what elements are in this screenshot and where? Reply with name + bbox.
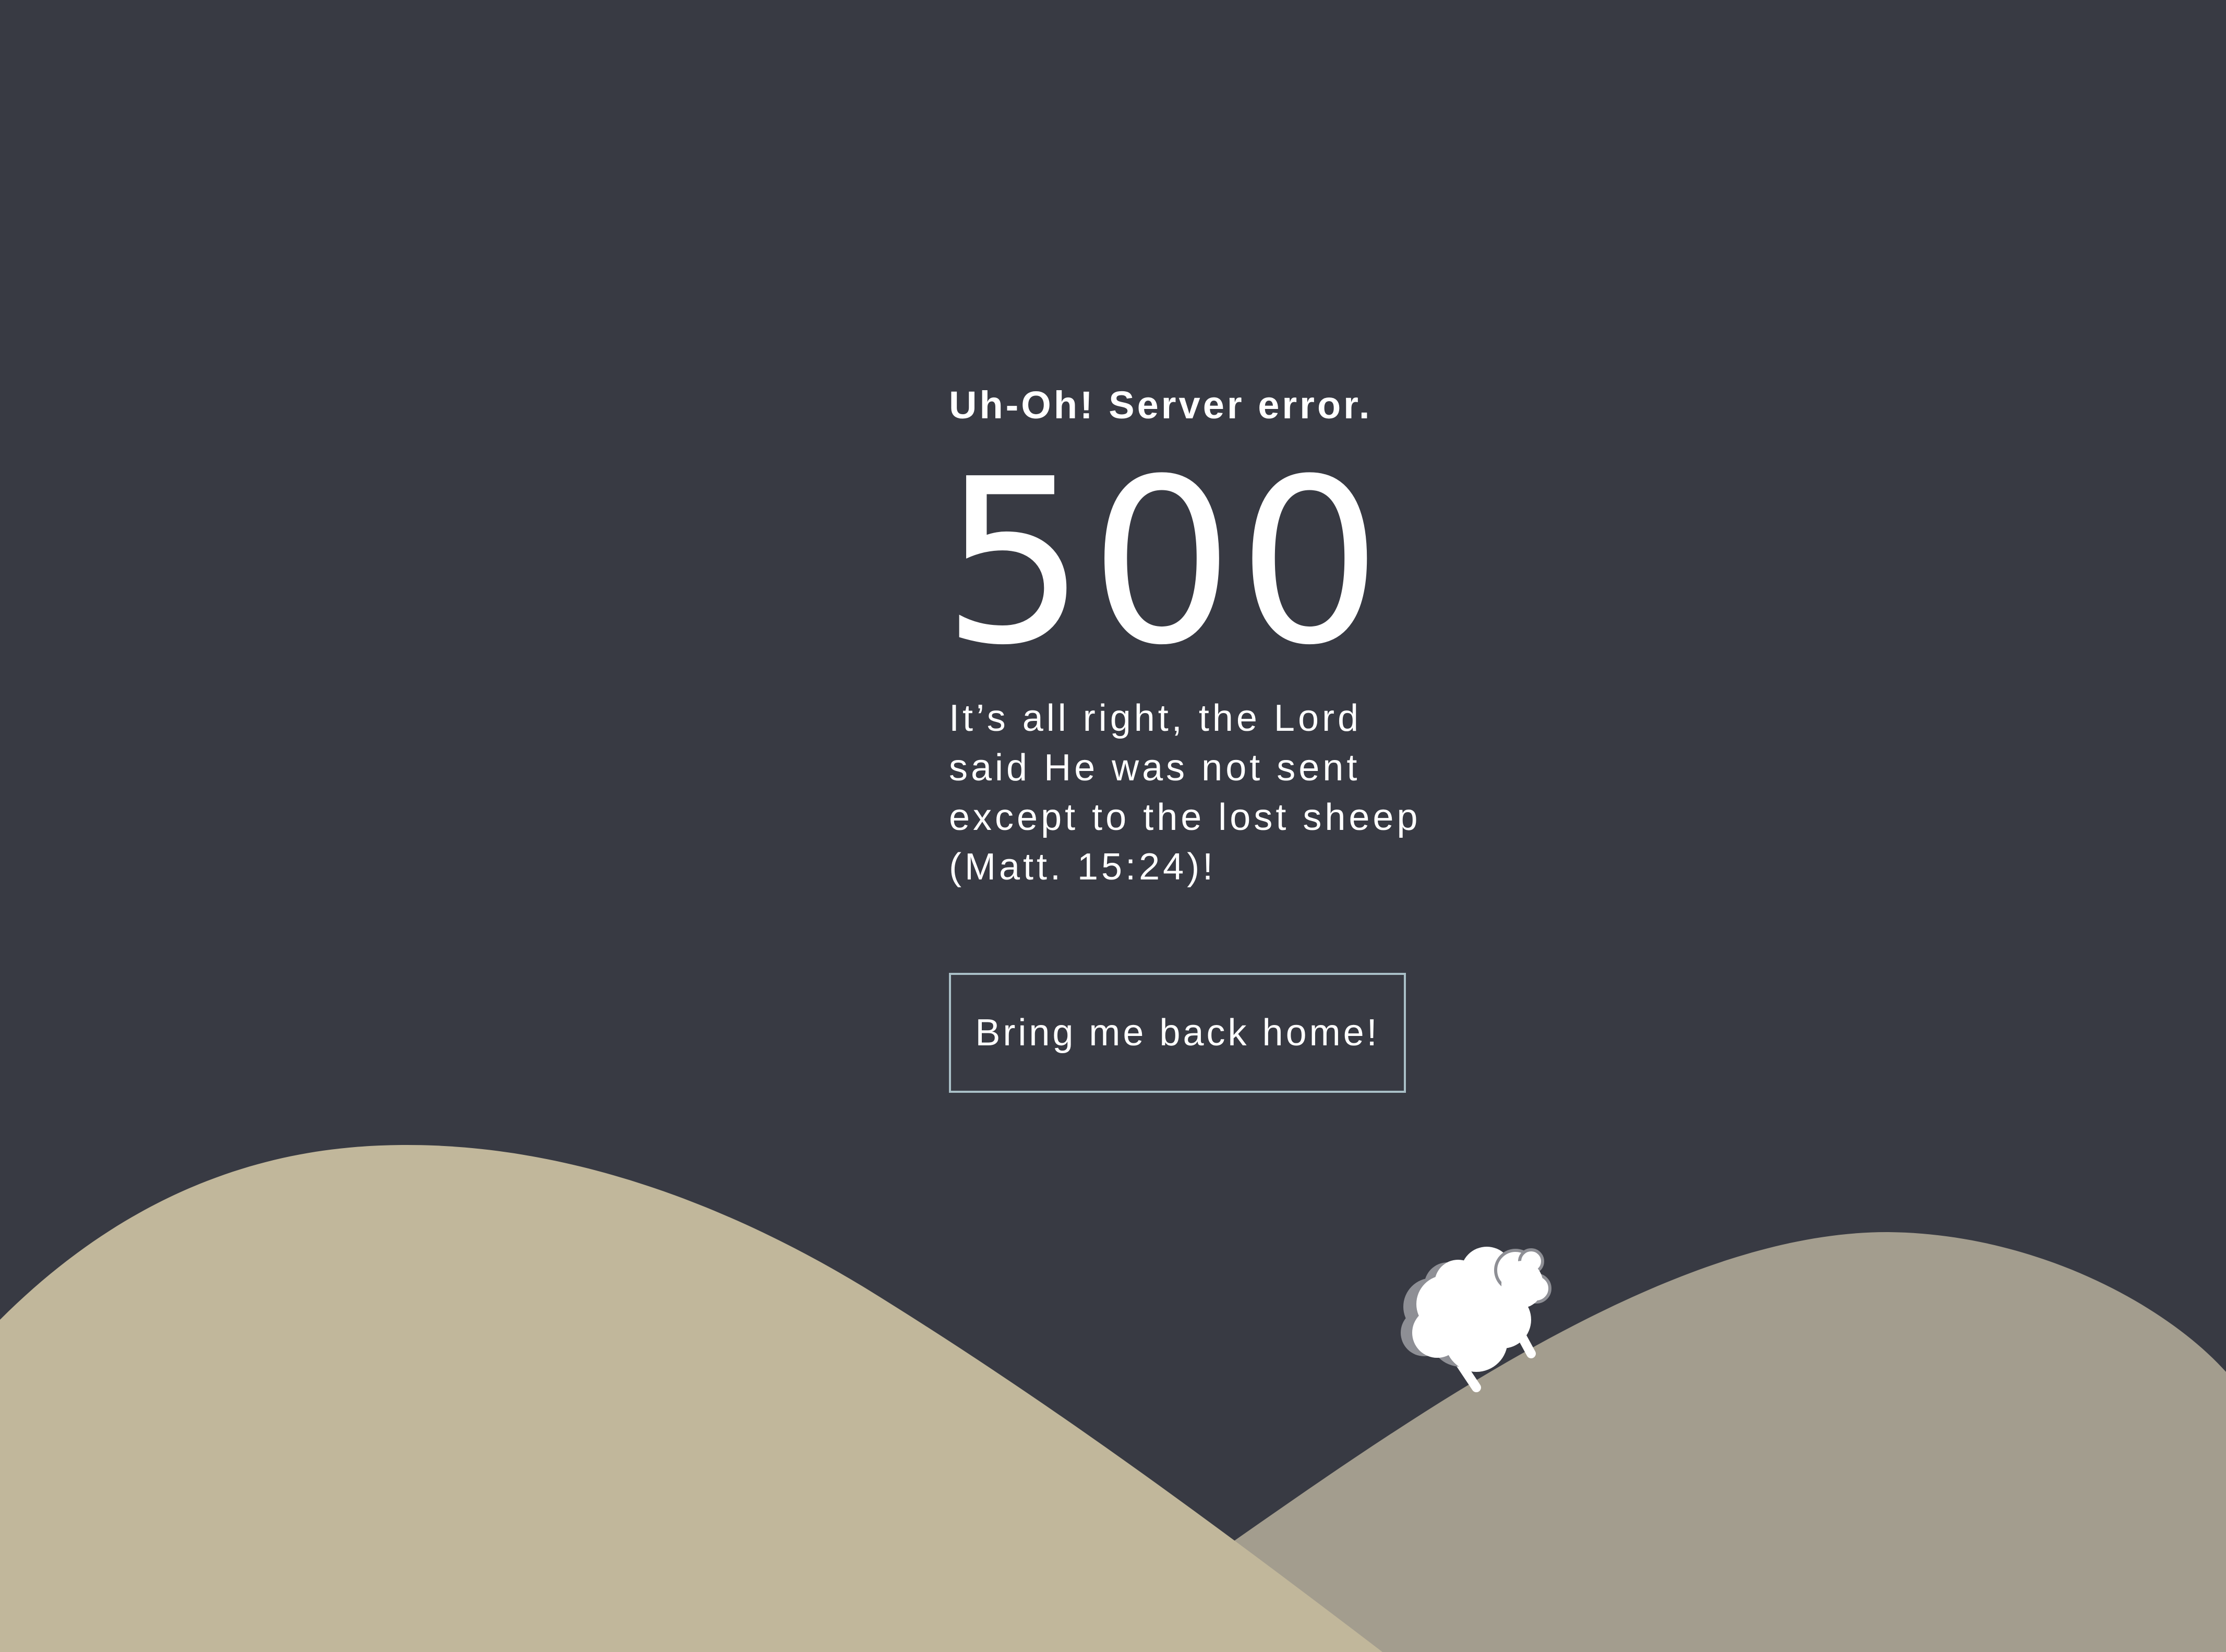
back-home-button[interactable]: Bring me back home! — [949, 973, 1406, 1093]
error-message: It’s all right, the Lord said He was not… — [949, 694, 1471, 892]
error-message-line: said He was not sent — [949, 747, 1361, 789]
error-code: 500 — [942, 430, 1386, 695]
front-hill — [0, 1145, 1382, 1652]
back-hill — [1148, 1232, 2226, 1652]
error-subtitle: Uh-Oh! Server error. — [949, 383, 1373, 427]
error-page: Uh-Oh! Server error. 500 It’s all right,… — [0, 0, 2226, 1652]
error-message-line: except to the lost sheep — [949, 797, 1421, 838]
error-content: Uh-Oh! Server error. 500 It’s all right,… — [942, 383, 1575, 1093]
error-message-line: It’s all right, the Lord — [949, 697, 1362, 739]
error-message-line: (Matt. 15:24)! — [949, 846, 1217, 888]
